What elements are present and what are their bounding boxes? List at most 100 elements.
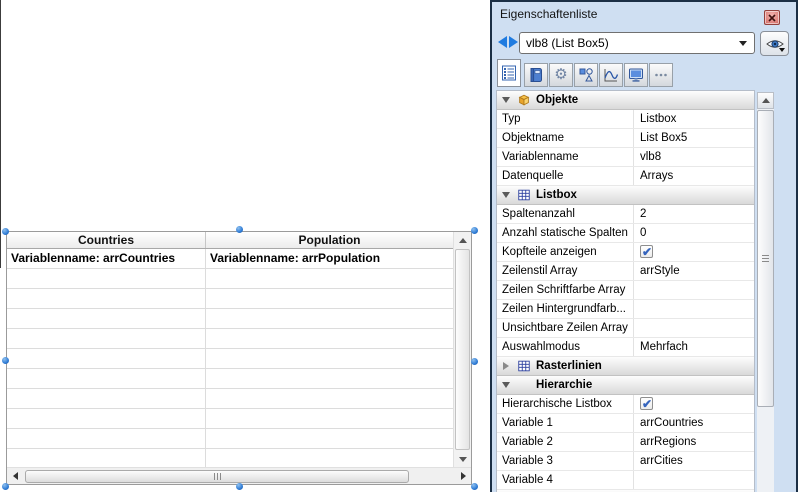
listbox-empty-row[interactable] bbox=[7, 369, 453, 389]
property-row[interactable]: Hierarchische Listbox✔ bbox=[497, 395, 754, 414]
tab-ellipsis[interactable] bbox=[649, 63, 673, 87]
property-value[interactable]: Mehrfach bbox=[633, 338, 754, 356]
section-row-objekte[interactable]: Objekte bbox=[497, 91, 754, 110]
listbox-empty-row[interactable] bbox=[7, 449, 453, 467]
scroll-right-icon bbox=[461, 472, 466, 480]
property-row[interactable]: Zeilen Hintergrundfarb... bbox=[497, 300, 754, 319]
listbox-empty-row[interactable] bbox=[7, 409, 453, 429]
view-options-button[interactable] bbox=[760, 31, 789, 56]
property-row[interactable]: Spaltenanzahl2 bbox=[497, 205, 754, 224]
checkbox[interactable]: ✔ bbox=[640, 397, 653, 410]
previous-object-icon[interactable] bbox=[498, 36, 507, 48]
listbox-empty-row[interactable] bbox=[7, 389, 453, 409]
tab-monitor[interactable] bbox=[624, 63, 648, 87]
selection-handle-bottom-right[interactable] bbox=[471, 483, 478, 490]
tab-gear[interactable]: ⚙ bbox=[549, 63, 573, 87]
property-value[interactable]: arrCountries bbox=[633, 414, 754, 432]
property-value[interactable]: arrRegions bbox=[633, 433, 754, 451]
property-row[interactable]: Variablennamevlb8 bbox=[497, 148, 754, 167]
book-icon bbox=[528, 67, 544, 83]
property-value[interactable] bbox=[633, 319, 754, 337]
scroll-left-button[interactable] bbox=[7, 468, 23, 485]
scroll-up-button[interactable] bbox=[757, 92, 774, 109]
selection-handle-mid-right[interactable] bbox=[471, 358, 478, 365]
property-value[interactable] bbox=[633, 300, 754, 318]
property-row[interactable]: DatenquelleArrays bbox=[497, 167, 754, 186]
property-value: ✔ bbox=[633, 395, 754, 413]
listbox-empty-cell bbox=[206, 369, 453, 388]
panel-scroll-thumb[interactable] bbox=[757, 110, 774, 407]
section-row-hierarchie[interactable]: Hierarchie bbox=[497, 376, 754, 395]
listbox-empty-cell bbox=[206, 389, 453, 408]
section-row-listbox[interactable]: Listbox bbox=[497, 186, 754, 205]
listbox-control[interactable]: Countries Population Variablenname: arrC… bbox=[6, 231, 472, 485]
listbox-vertical-scrollbar[interactable] bbox=[453, 232, 471, 467]
selection-handle-mid-left[interactable] bbox=[2, 357, 9, 364]
category-tabstrip: ⚙ bbox=[497, 59, 674, 87]
property-value[interactable] bbox=[633, 281, 754, 299]
horizontal-scroll-thumb[interactable] bbox=[25, 470, 409, 483]
property-value[interactable]: 2 bbox=[633, 205, 754, 223]
listbox-empty-row[interactable] bbox=[7, 329, 453, 349]
expand-icon[interactable] bbox=[503, 362, 509, 370]
property-value[interactable]: vlb8 bbox=[633, 148, 754, 166]
listbox-horizontal-scrollbar[interactable] bbox=[7, 467, 471, 484]
properties-list-icon bbox=[501, 65, 517, 81]
tab-properties-list[interactable] bbox=[497, 59, 521, 87]
scroll-right-button[interactable] bbox=[455, 468, 471, 485]
scroll-up-button[interactable] bbox=[454, 232, 471, 248]
listbox-empty-cell bbox=[7, 269, 206, 288]
property-row[interactable]: ObjektnameList Box5 bbox=[497, 129, 754, 148]
property-row[interactable]: Unsichtbare Zeilen Array bbox=[497, 319, 754, 338]
next-object-icon[interactable] bbox=[509, 36, 518, 48]
property-row[interactable]: Variable 2arrRegions bbox=[497, 433, 754, 452]
column-header-countries[interactable]: Countries bbox=[7, 232, 206, 248]
property-value[interactable]: List Box5 bbox=[633, 129, 754, 147]
property-value[interactable]: Listbox bbox=[633, 110, 754, 128]
listbox-empty-row[interactable] bbox=[7, 309, 453, 329]
listbox-header-row: Countries Population bbox=[7, 232, 453, 249]
checkmark-icon: ✔ bbox=[642, 243, 652, 261]
vertical-scroll-thumb[interactable] bbox=[455, 249, 470, 450]
property-value[interactable]: 0 bbox=[633, 224, 754, 242]
listbox-empty-row[interactable] bbox=[7, 429, 453, 449]
property-label: Datenquelle bbox=[497, 167, 633, 185]
listbox-empty-row[interactable] bbox=[7, 349, 453, 369]
selection-handle-bottom-center[interactable] bbox=[236, 483, 243, 490]
selection-handle-bottom-left[interactable] bbox=[2, 483, 9, 490]
property-row[interactable]: TypListbox bbox=[497, 110, 754, 129]
property-value[interactable] bbox=[633, 471, 754, 489]
property-value[interactable]: arrStyle bbox=[633, 262, 754, 280]
property-row[interactable]: Kopfteile anzeigen✔ bbox=[497, 243, 754, 262]
selection-handle-top-center[interactable] bbox=[236, 226, 243, 233]
property-value[interactable]: Arrays bbox=[633, 167, 754, 185]
panel-scrollbar[interactable] bbox=[757, 92, 774, 492]
property-row[interactable]: Variable 4 bbox=[497, 471, 754, 490]
property-row[interactable]: AuswahlmodusMehrfach bbox=[497, 338, 754, 357]
scroll-down-button[interactable] bbox=[454, 451, 471, 467]
listbox-variable-row[interactable]: Variablenname: arrCountries Variablennam… bbox=[7, 249, 453, 269]
checkbox[interactable]: ✔ bbox=[640, 245, 653, 258]
property-row[interactable]: Anzahl statische Spalten0 bbox=[497, 224, 754, 243]
property-row[interactable]: Variable 3arrCities bbox=[497, 452, 754, 471]
column-header-population[interactable]: Population bbox=[206, 232, 453, 248]
property-value[interactable]: arrCities bbox=[633, 452, 754, 470]
listbox-empty-row[interactable] bbox=[7, 289, 453, 309]
selection-handle-top-left[interactable] bbox=[2, 228, 9, 235]
tab-book[interactable] bbox=[524, 63, 548, 87]
property-label: Zeilen Hintergrundfarb... bbox=[497, 300, 633, 318]
property-row[interactable]: Variable 1arrCountries bbox=[497, 414, 754, 433]
close-button[interactable] bbox=[764, 10, 780, 25]
collapse-icon[interactable] bbox=[502, 97, 510, 103]
listbox-empty-row[interactable] bbox=[7, 269, 453, 289]
tab-curve[interactable] bbox=[599, 63, 623, 87]
collapse-icon[interactable] bbox=[502, 382, 510, 388]
property-row[interactable]: Zeilenstil ArrayarrStyle bbox=[497, 262, 754, 281]
tab-shapes[interactable] bbox=[574, 63, 598, 87]
object-selector-combobox[interactable]: vlb8 (List Box5) bbox=[519, 32, 755, 54]
property-row[interactable]: Zeilen Schriftfarbe Array bbox=[497, 281, 754, 300]
section-row-rasterlinien[interactable]: Rasterlinien bbox=[497, 357, 754, 376]
screen: Countries Population Variablenname: arrC… bbox=[0, 0, 798, 492]
collapse-icon[interactable] bbox=[502, 192, 510, 198]
selection-handle-top-right[interactable] bbox=[471, 227, 478, 234]
